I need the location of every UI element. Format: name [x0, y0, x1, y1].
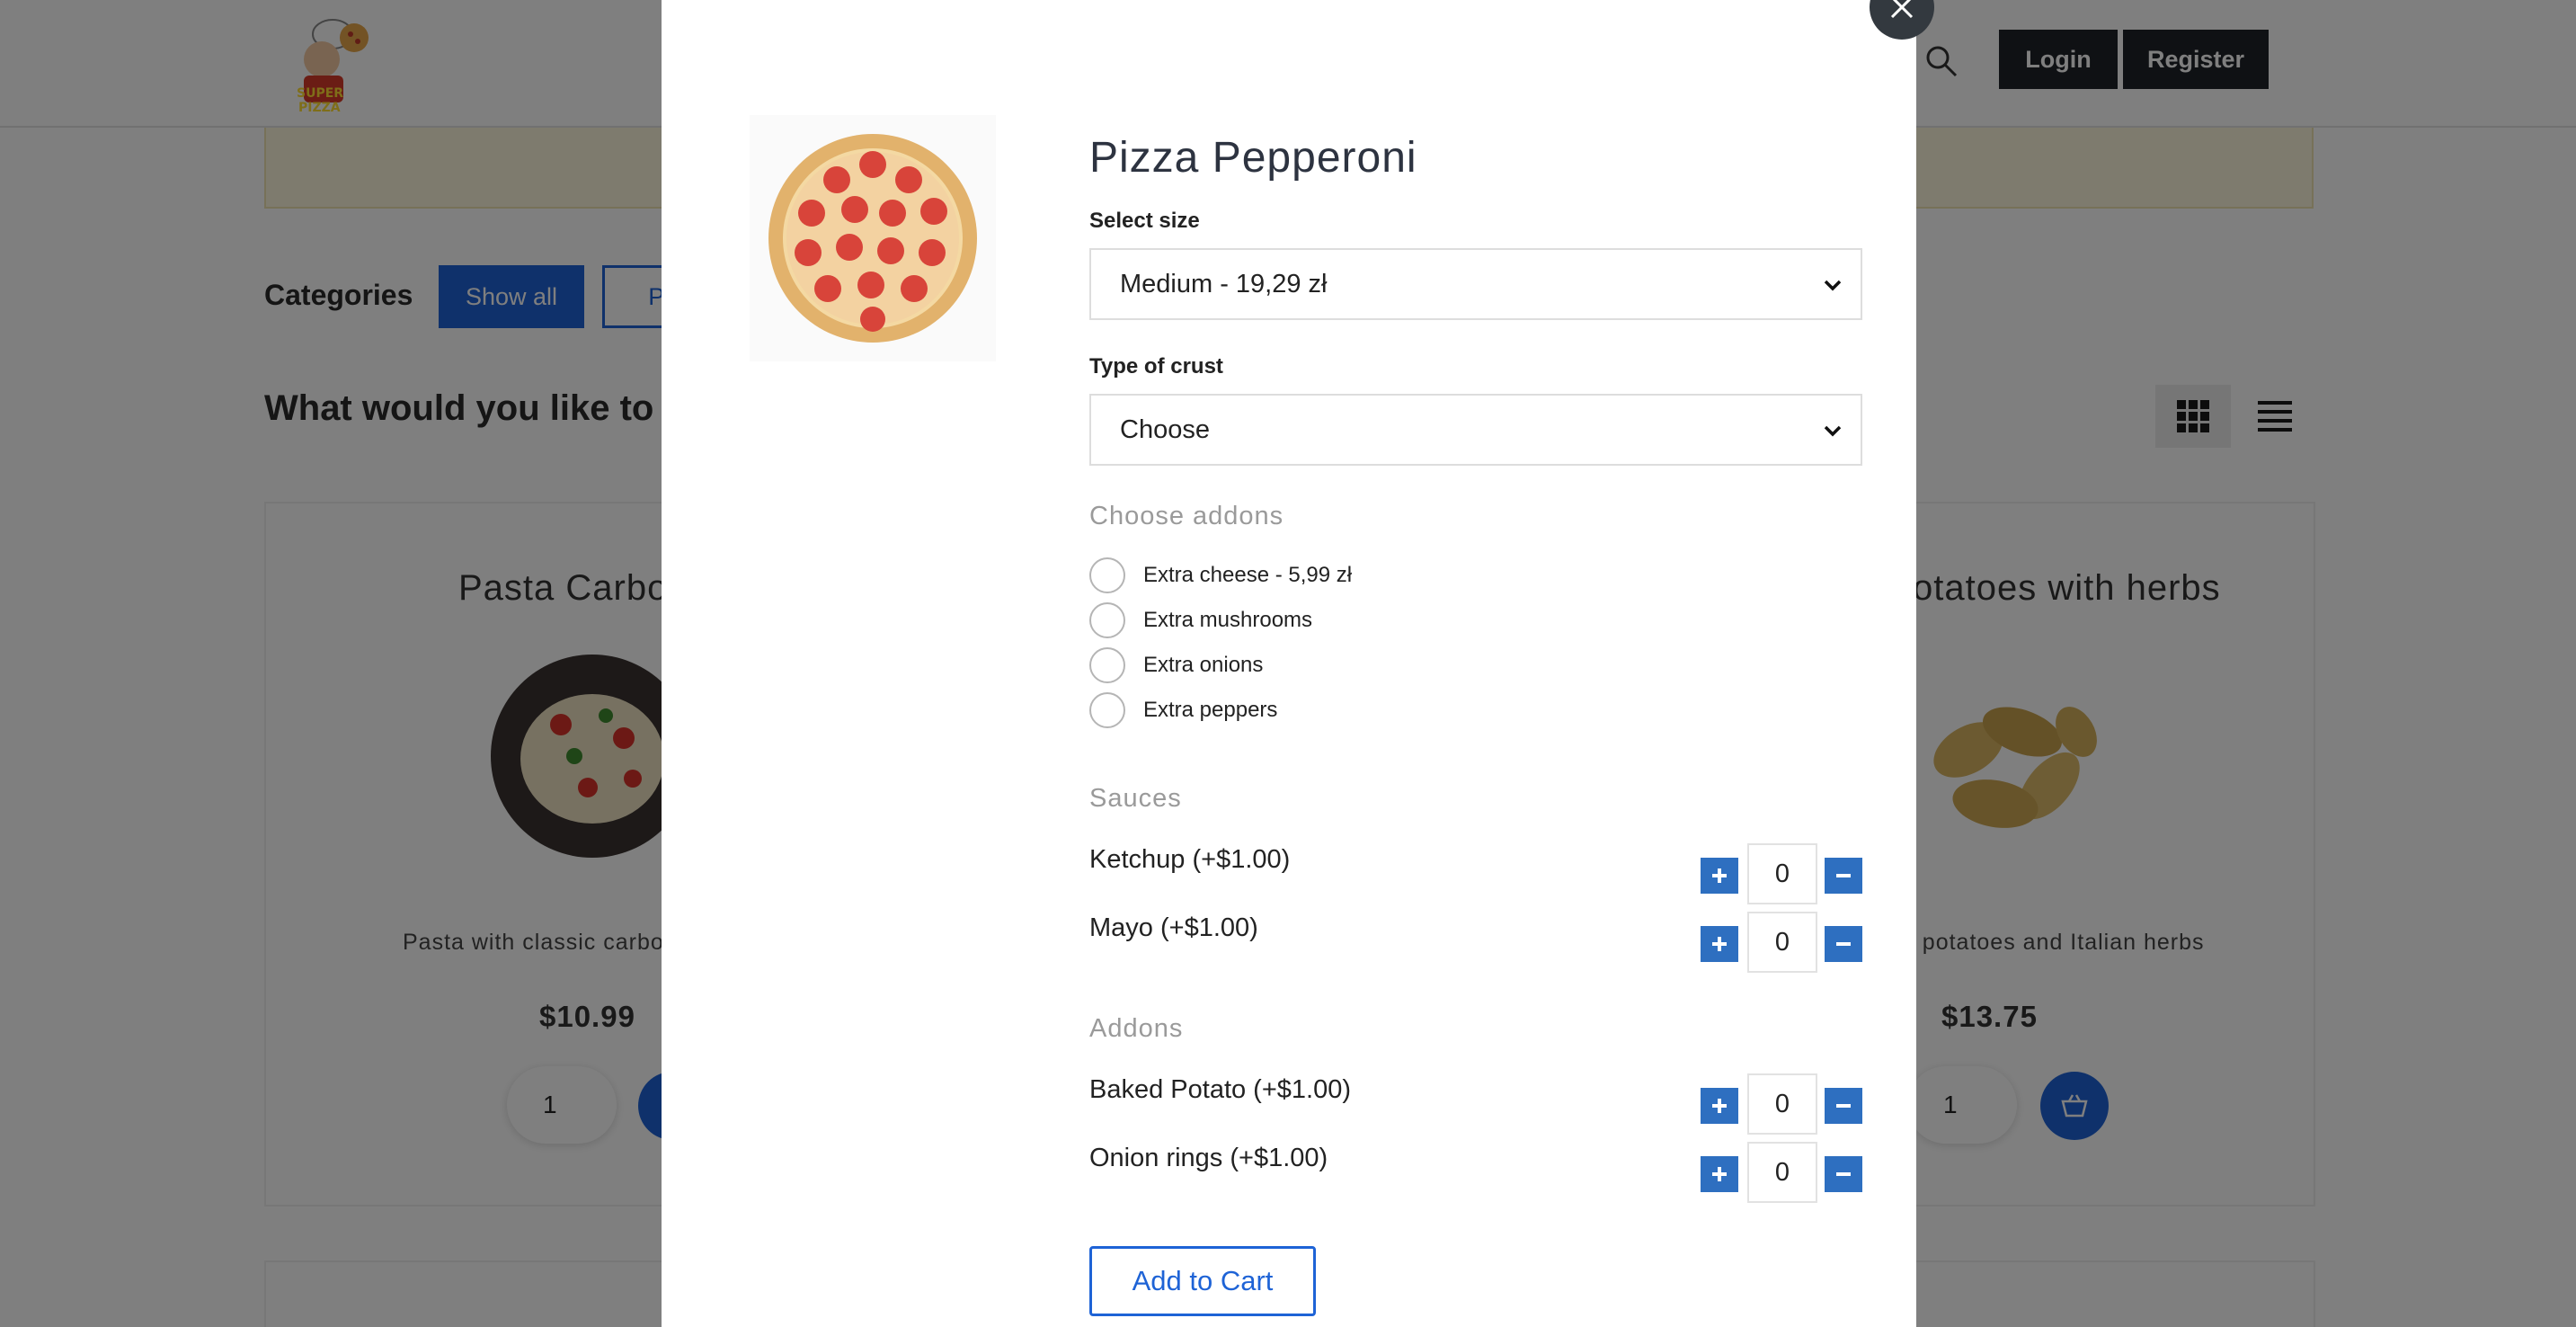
quantity-stepper: 0 — [1701, 1073, 1862, 1135]
addon-radio-label: Extra mushrooms — [1143, 608, 1313, 632]
plus-icon[interactable] — [1701, 1088, 1738, 1124]
size-select-value: Medium - 19,29 zł — [1120, 269, 1328, 298]
addon-label: Baked Potato (+$1.00) — [1089, 1075, 1352, 1104]
sauces-heading: Sauces — [1089, 784, 1182, 813]
addon-radio-label: Extra cheese - 5,99 zł — [1143, 563, 1353, 587]
radio-button[interactable] — [1089, 602, 1125, 638]
sauce-label: Mayo (+$1.00) — [1089, 913, 1258, 942]
addon-radio-row[interactable]: Extra mushrooms — [1089, 602, 1312, 638]
minus-icon[interactable] — [1825, 858, 1862, 894]
addon-radio-label: Extra peppers — [1143, 698, 1278, 722]
product-image — [750, 115, 996, 361]
add-to-cart-button[interactable]: Add to Cart — [1089, 1246, 1316, 1316]
addon-radio-label: Extra onions — [1143, 653, 1264, 677]
quantity-stepper: 0 — [1701, 912, 1862, 973]
crust-label: Type of crust — [1089, 354, 1223, 379]
size-select[interactable]: Medium - 19,29 zł — [1089, 248, 1862, 320]
size-label: Select size — [1089, 209, 1200, 233]
crust-select-value: Choose — [1120, 414, 1210, 444]
plus-icon[interactable] — [1701, 926, 1738, 962]
plus-icon[interactable] — [1701, 858, 1738, 894]
quantity-stepper: 0 — [1701, 1142, 1862, 1203]
quantity-input[interactable]: 0 — [1747, 912, 1817, 973]
radio-button[interactable] — [1089, 647, 1125, 683]
plus-icon[interactable] — [1701, 1156, 1738, 1192]
product-title: Pizza Pepperoni — [1089, 134, 1417, 182]
chevron-down-icon — [1824, 425, 1842, 437]
chevron-down-icon — [1824, 280, 1842, 291]
crust-select[interactable]: Choose — [1089, 394, 1862, 466]
sauce-label: Ketchup (+$1.00) — [1089, 845, 1291, 874]
radio-button[interactable] — [1089, 692, 1125, 728]
addon-radio-row[interactable]: Extra peppers — [1089, 692, 1277, 728]
addon-radio-row[interactable]: Extra onions — [1089, 647, 1263, 683]
minus-icon[interactable] — [1825, 1156, 1862, 1192]
minus-icon[interactable] — [1825, 926, 1862, 962]
quantity-stepper: 0 — [1701, 843, 1862, 904]
radio-button[interactable] — [1089, 557, 1125, 593]
addon-label: Onion rings (+$1.00) — [1089, 1144, 1328, 1172]
quantity-input[interactable]: 0 — [1747, 1073, 1817, 1135]
minus-icon[interactable] — [1825, 1088, 1862, 1124]
choose-addons-heading: Choose addons — [1089, 502, 1284, 530]
quantity-input[interactable]: 0 — [1747, 1142, 1817, 1203]
quantity-input[interactable]: 0 — [1747, 843, 1817, 904]
addons-heading: Addons — [1089, 1014, 1184, 1043]
addon-radio-row[interactable]: Extra cheese - 5,99 zł — [1089, 557, 1352, 593]
